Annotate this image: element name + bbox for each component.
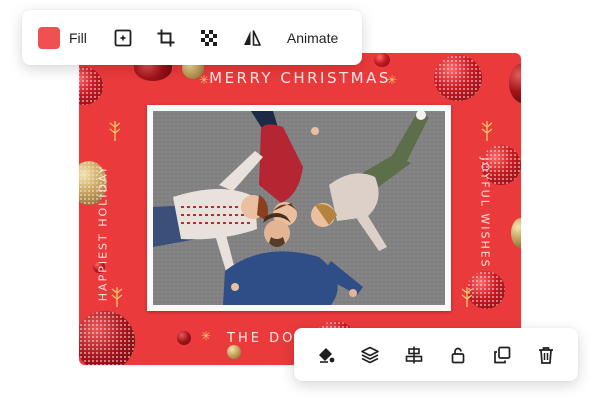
transparency-button[interactable]	[195, 24, 223, 52]
lock-icon	[451, 347, 465, 363]
sprig-icon	[109, 121, 121, 141]
bottom-toolbar	[294, 328, 578, 381]
duplicate-button[interactable]	[488, 341, 516, 369]
sprig-icon	[111, 287, 123, 307]
align-icon	[405, 346, 423, 363]
sprig-icon	[461, 287, 473, 307]
duplicate-icon	[494, 346, 511, 363]
card-headline[interactable]: MERRY CHRISTMAS	[79, 69, 521, 87]
layers-icon	[361, 346, 379, 363]
layers-button[interactable]	[356, 341, 384, 369]
ornament-bottom-left	[79, 311, 135, 365]
fill-button[interactable]: Fill	[38, 26, 87, 49]
family-photo-illustration	[153, 111, 445, 305]
align-button[interactable]	[400, 341, 428, 369]
flip-icon	[243, 29, 261, 46]
lock-button[interactable]	[444, 341, 472, 369]
star-icon: ✳	[201, 329, 212, 343]
ornament-bottom-mid	[177, 331, 191, 345]
ornament-top-small	[374, 53, 390, 67]
photo-frame[interactable]	[147, 105, 451, 311]
fill-color-button[interactable]	[312, 341, 340, 369]
crop-button[interactable]	[152, 24, 180, 52]
crop-icon	[157, 29, 175, 46]
transparency-icon	[200, 29, 217, 46]
image-adjust-icon	[114, 29, 132, 46]
fill-color-swatch	[38, 26, 60, 49]
animate-button[interactable]: Animate	[287, 30, 338, 46]
sprig-icon	[481, 121, 493, 141]
ornament-right-gold	[511, 218, 521, 248]
delete-icon	[539, 346, 553, 364]
ornament-bottom-gold	[227, 345, 241, 359]
flip-button[interactable]	[238, 24, 266, 52]
card-left-text[interactable]: HAPPIEST HOLIDAY	[97, 165, 110, 301]
top-toolbar: Fill Animate	[22, 10, 362, 65]
card-right-text[interactable]: JOYFUL WISHES	[479, 157, 492, 268]
delete-button[interactable]	[532, 341, 560, 369]
fill-color-icon	[319, 347, 335, 363]
family-photo[interactable]	[153, 111, 445, 305]
image-adjust-button[interactable]	[109, 24, 137, 52]
christmas-card[interactable]: ✳ ✳ ✳ MERRY CHRISTMAS HAPPIEST HOLIDAY J…	[79, 53, 521, 365]
fill-label: Fill	[69, 29, 87, 46]
